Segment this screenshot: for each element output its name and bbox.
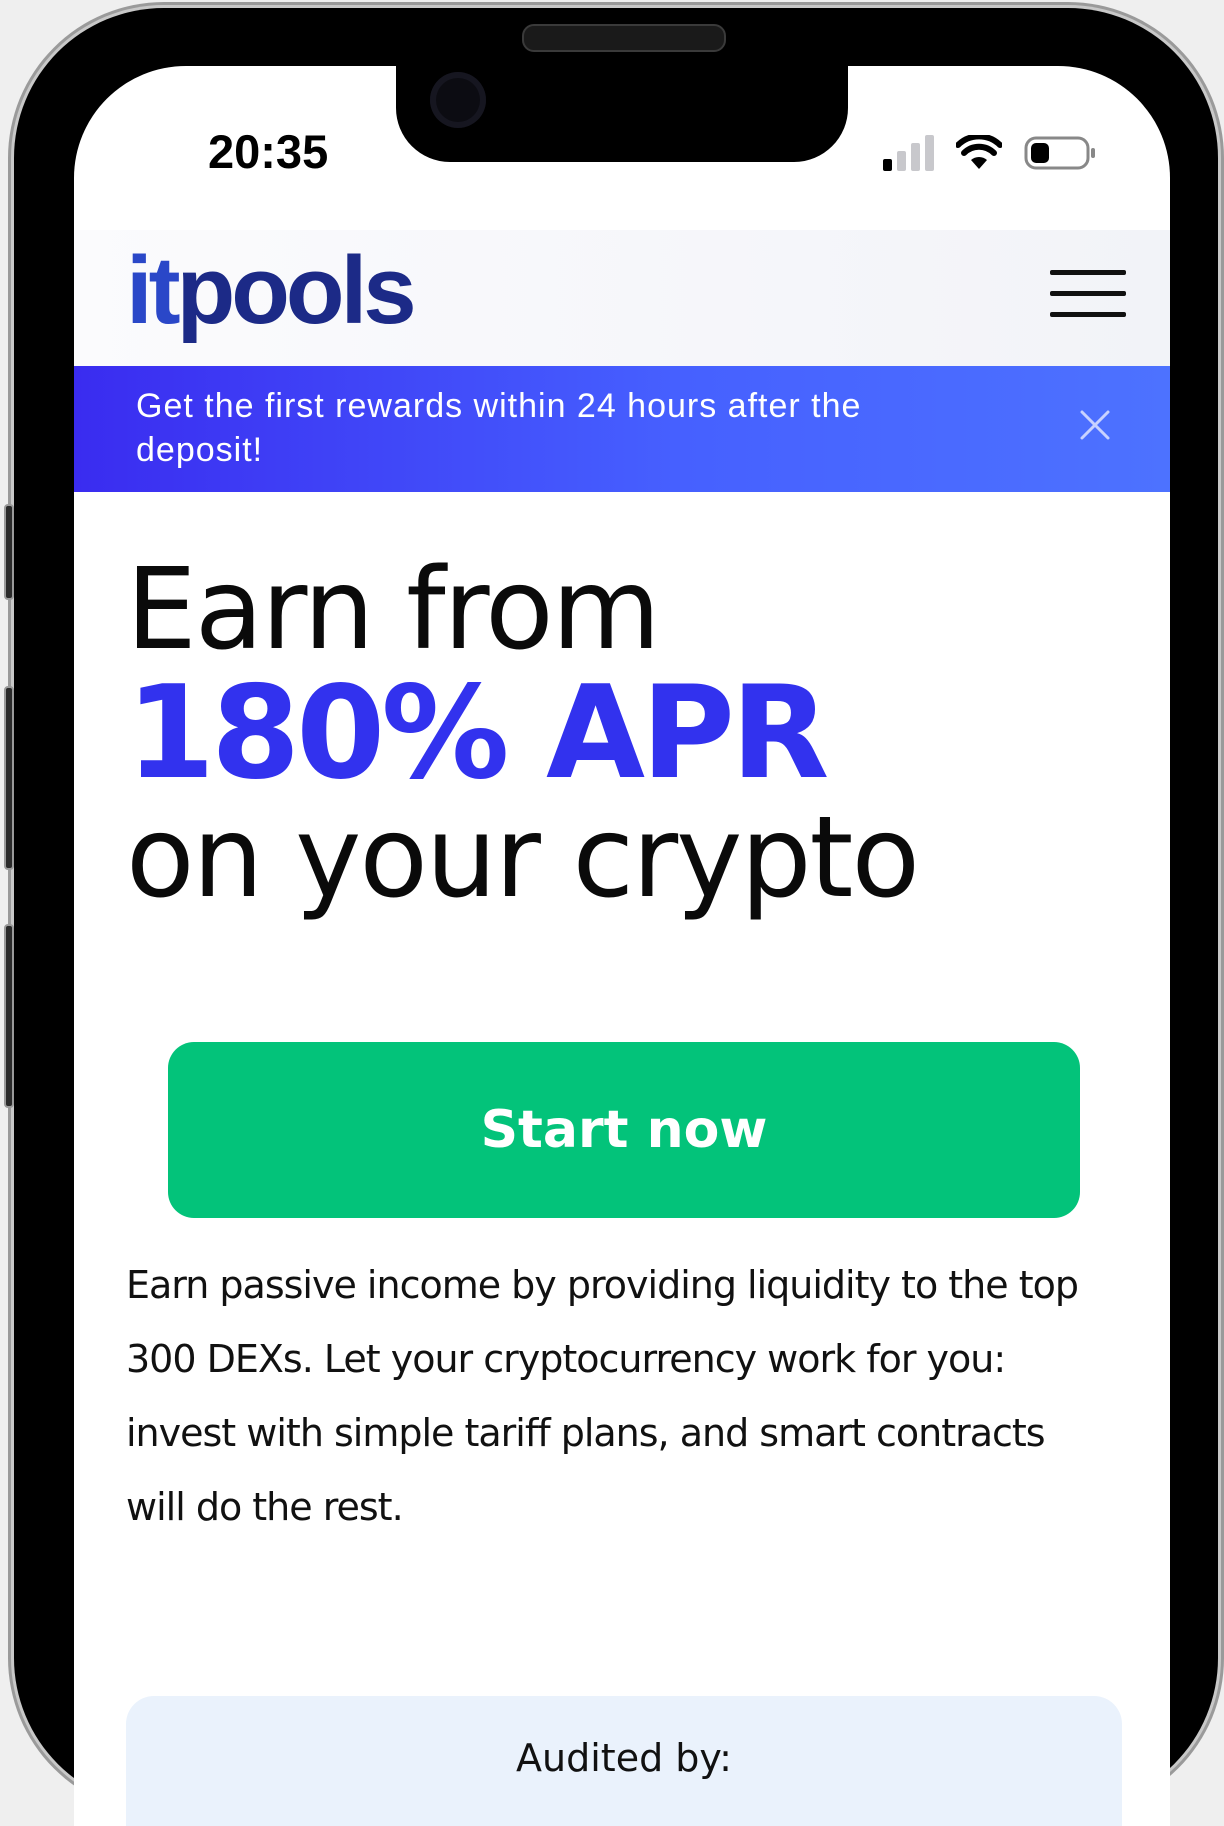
wifi-icon — [956, 135, 1002, 169]
start-now-button[interactable]: Start now — [168, 1042, 1080, 1218]
close-icon[interactable] — [1070, 400, 1120, 450]
hero-line-1: Earn from — [126, 545, 661, 675]
hamburger-menu-icon[interactable] — [1050, 270, 1126, 318]
front-camera — [430, 72, 486, 128]
logo-suffix: pools — [176, 237, 417, 344]
status-time: 20:35 — [208, 125, 329, 178]
promo-banner: Get the first rewards within 24 hours af… — [74, 366, 1170, 492]
banner-text: Get the first rewards within 24 hours af… — [136, 387, 862, 469]
side-button-volume-up — [4, 686, 14, 870]
description-text: Earn passive income by providing liquidi… — [126, 1263, 1079, 1529]
side-button-mute — [4, 504, 14, 600]
hero-heading: Earn from 180% APR on your crypto — [126, 548, 1126, 920]
audit-card: Audited by: — [126, 1696, 1122, 1826]
hero-apr: 180% APR — [126, 659, 829, 808]
screen: 20:35 itpools Get the first rewards with… — [74, 66, 1170, 1826]
logo[interactable]: itpools — [126, 236, 417, 346]
cellular-signal-icon — [883, 135, 934, 171]
earpiece-speaker — [522, 24, 726, 52]
side-button-volume-down — [4, 924, 14, 1108]
battery-icon — [1024, 136, 1095, 170]
site-header: itpools — [74, 230, 1170, 366]
audit-title: Audited by: — [516, 1736, 732, 1780]
logo-prefix: it — [126, 237, 181, 344]
hero-line-3: on your crypto — [126, 793, 920, 923]
status-icons — [883, 128, 1098, 178]
